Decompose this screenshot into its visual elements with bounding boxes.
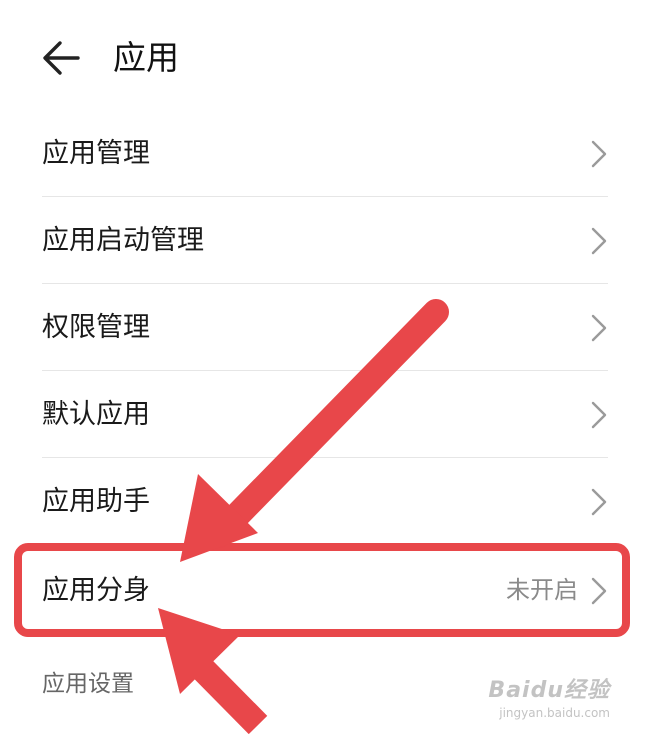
status-value: 未开启 [506, 576, 578, 604]
list-item-label: 应用助手 [42, 486, 150, 517]
chevron-right-icon [591, 577, 607, 605]
page-title: 应用 [113, 38, 179, 77]
list-item-permission-management[interactable]: 权限管理 [0, 284, 650, 371]
watermark-url: jingyan.baidu.com [499, 706, 610, 720]
list-item-label: 应用管理 [42, 138, 150, 169]
list-item-label: 权限管理 [42, 312, 150, 343]
list-item-label: 默认应用 [42, 399, 150, 430]
chevron-right-icon [591, 140, 607, 168]
list-item-label: 应用启动管理 [42, 225, 204, 256]
arrow-left-icon [43, 41, 80, 75]
chevron-right-icon [591, 401, 607, 429]
section-title: 应用设置 [42, 671, 134, 697]
list-item-app-launch-management[interactable]: 应用启动管理 [0, 197, 650, 284]
list-item-label: 应用分身 [42, 575, 150, 606]
chevron-right-icon [591, 314, 607, 342]
back-button[interactable] [38, 34, 86, 82]
watermark: Baidu经验 jingyan.baidu.com [488, 672, 610, 720]
chevron-right-icon [591, 227, 607, 255]
list-item-app-management[interactable]: 应用管理 [0, 110, 650, 197]
list-item-app-assistant[interactable]: 应用助手 [0, 458, 650, 545]
watermark-logo: Baidu经验 [488, 678, 610, 703]
chevron-right-icon [591, 488, 607, 516]
list-item-app-twin[interactable]: 应用分身 未开启 [0, 547, 650, 634]
top-bar: 应用 [0, 0, 650, 118]
list-item-default-apps[interactable]: 默认应用 [0, 371, 650, 458]
